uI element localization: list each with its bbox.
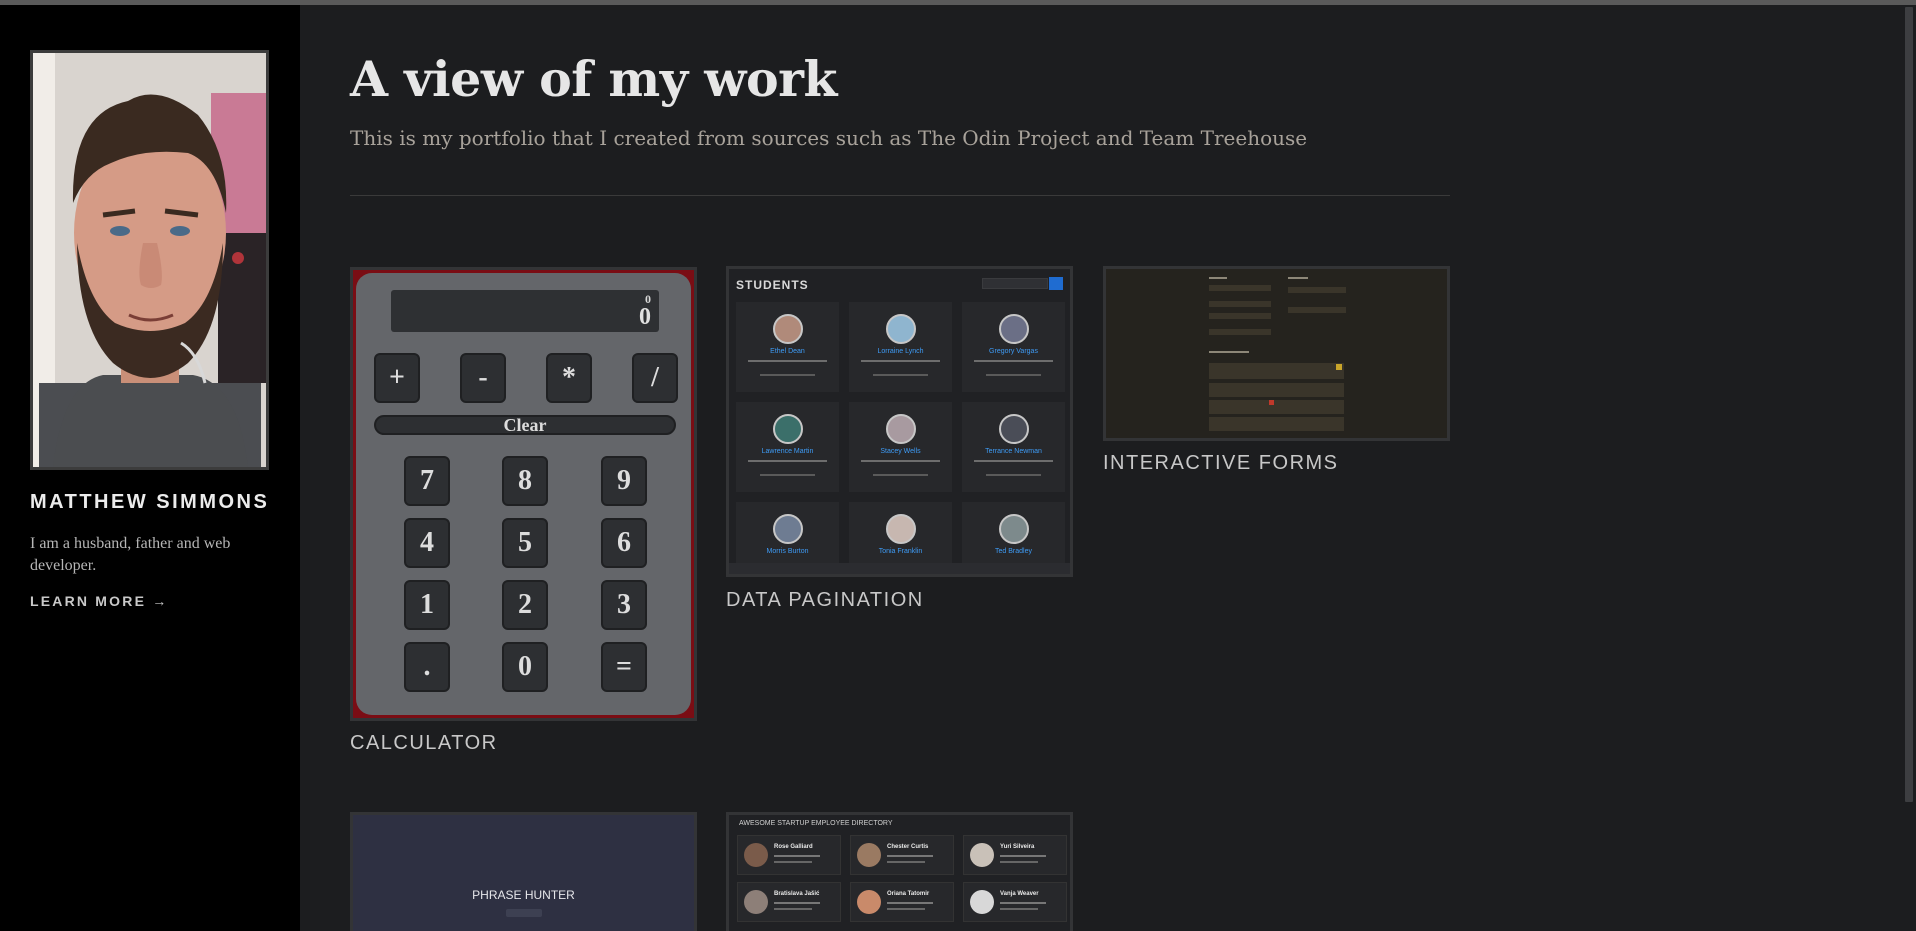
avatar xyxy=(857,843,881,867)
calculator-key-3: 3 xyxy=(601,580,647,630)
avatar xyxy=(970,843,994,867)
avatar xyxy=(886,314,916,344)
student-name: Lorraine Lynch xyxy=(877,348,924,355)
page-title: A view of my work xyxy=(350,50,837,108)
student-name: Lawrence Martin xyxy=(761,448,814,455)
avatar xyxy=(999,514,1029,544)
employee-name: Chester Curtis xyxy=(887,844,929,850)
header-divider xyxy=(350,195,1450,196)
project-title-interactive-forms[interactable]: INTERACTIVE FORMS xyxy=(1103,452,1339,475)
employee-name: Vanja Weaver xyxy=(1000,891,1039,897)
author-name: MATTHEW SIMMONS xyxy=(30,491,270,513)
avatar xyxy=(999,314,1029,344)
calculator-key-9: 9 xyxy=(601,456,647,506)
data-pagination-thumbnail[interactable]: STUDENTS Ethel Dean Lorraine Lynch Grego… xyxy=(726,266,1073,577)
project-title-calculator[interactable]: CALCULATOR xyxy=(350,732,498,755)
student-name: Tonia Franklin xyxy=(878,548,923,555)
calculator-key-2: 2 xyxy=(502,580,548,630)
calculator-key-6: 6 xyxy=(601,518,647,568)
student-name: Ted Bradley xyxy=(995,548,1032,555)
author-bio: I am a husband, father and web developer… xyxy=(30,535,231,574)
search-icon xyxy=(1049,277,1063,290)
learn-more-link[interactable]: LEARN MORE → xyxy=(30,593,168,609)
student-name: Ethel Dean xyxy=(770,348,805,355)
calculator-key-add: + xyxy=(374,353,420,403)
student-card: Lorraine Lynch xyxy=(849,302,952,392)
student-card: Gregory Vargas xyxy=(962,302,1065,392)
avatar xyxy=(857,890,881,914)
profile-photo xyxy=(30,50,269,470)
student-card: Lawrence Martin xyxy=(736,402,839,492)
calculator-key-8: 8 xyxy=(502,456,548,506)
avatar xyxy=(970,890,994,914)
calculator-key-clear: Clear xyxy=(374,415,676,435)
calculator-key-0: 0 xyxy=(502,642,548,692)
employee-card: Yuri Silveira xyxy=(963,835,1067,875)
start-game-button xyxy=(506,909,542,917)
avatar xyxy=(886,414,916,444)
avatar xyxy=(773,414,803,444)
avatar xyxy=(773,314,803,344)
avatar xyxy=(999,414,1029,444)
calculator-key-7: 7 xyxy=(404,456,450,506)
directory-heading: AWESOME STARTUP EMPLOYEE DIRECTORY xyxy=(739,820,893,827)
phrase-hunter-thumbnail[interactable]: PHRASE HUNTER xyxy=(350,812,697,931)
interactive-forms-thumbnail[interactable] xyxy=(1103,266,1450,441)
employee-card: Chester Curtis xyxy=(850,835,954,875)
employee-card: Rose Galliard xyxy=(737,835,841,875)
phrase-hunter-title: PHRASE HUNTER xyxy=(472,888,575,902)
screenshot-taskbar xyxy=(729,563,1070,574)
project-title-data-pagination[interactable]: DATA PAGINATION xyxy=(726,589,924,612)
avatar xyxy=(744,843,768,867)
employee-name: Bratislava Jašić xyxy=(774,891,820,897)
calculator-key-equals: = xyxy=(601,642,647,692)
calculator-key-divide: / xyxy=(632,353,678,403)
calculator-key-4: 4 xyxy=(404,518,450,568)
calculator-key-subtract: - xyxy=(460,353,506,403)
avatar xyxy=(773,514,803,544)
student-name: Morris Burton xyxy=(766,548,809,555)
page-scrollbar[interactable] xyxy=(1902,5,1916,931)
avatar xyxy=(744,890,768,914)
calculator-key-decimal: . xyxy=(404,642,450,692)
calculator-key-5: 5 xyxy=(502,518,548,568)
employee-name: Yuri Silveira xyxy=(1000,844,1035,850)
student-name: Gregory Vargas xyxy=(989,348,1038,355)
student-name: Terrance Newman xyxy=(985,448,1042,455)
student-card: Terrance Newman xyxy=(962,402,1065,492)
calculator-body: 0 0 + - * / Clear 7 8 9 4 5 6 1 2 3 . 0 … xyxy=(356,273,691,715)
page-subtitle: This is my portfolio that I created from… xyxy=(350,126,1308,150)
employee-card: Vanja Weaver xyxy=(963,882,1067,922)
employee-directory-thumbnail[interactable]: AWESOME STARTUP EMPLOYEE DIRECTORY Rose … xyxy=(726,812,1073,931)
calculator-current-value: 0 xyxy=(639,304,651,330)
calculator-key-multiply: * xyxy=(546,353,592,403)
employee-card: Bratislava Jašić xyxy=(737,882,841,922)
calculator-thumbnail[interactable]: 0 0 + - * / Clear 7 8 9 4 5 6 1 2 3 . 0 … xyxy=(350,267,697,721)
employee-name: Rose Galliard xyxy=(774,844,813,850)
student-search-input xyxy=(982,278,1048,289)
sidebar: MATTHEW SIMMONS I am a husband, father a… xyxy=(0,5,300,931)
calculator-key-1: 1 xyxy=(404,580,450,630)
scrollbar-thumb[interactable] xyxy=(1905,7,1913,802)
employee-card: Oriana Tatomir xyxy=(850,882,954,922)
employee-name: Oriana Tatomir xyxy=(887,891,930,897)
student-name: Stacey Wells xyxy=(880,448,921,455)
students-heading: STUDENTS xyxy=(736,278,809,292)
student-card: Ethel Dean xyxy=(736,302,839,392)
avatar xyxy=(886,514,916,544)
student-card: Stacey Wells xyxy=(849,402,952,492)
calculator-display: 0 0 xyxy=(391,290,659,332)
